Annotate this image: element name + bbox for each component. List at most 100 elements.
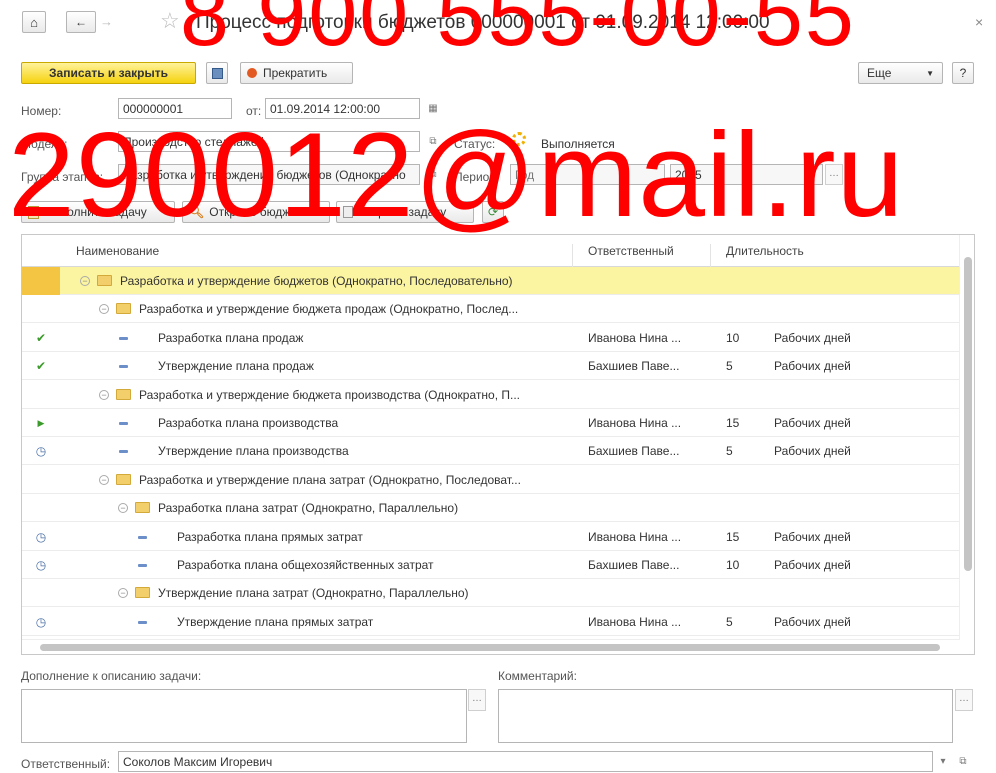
status-cell	[22, 295, 60, 323]
favorite-star-icon[interactable]: ☆	[160, 8, 180, 34]
model-field[interactable]: Производство стеллажей	[118, 131, 420, 152]
row-name: Разработка и утверждение бюджета произво…	[139, 387, 520, 402]
row-duration: 15	[726, 416, 740, 430]
period-field: Год	[510, 164, 665, 185]
addition-textarea[interactable]	[21, 689, 467, 743]
responsible-open-icon[interactable]: ⧉	[954, 752, 972, 771]
row-responsible: Иванова Нина ...	[588, 330, 682, 345]
task-icon	[119, 336, 128, 340]
table-row[interactable]: − Разработка и утверждение бюджетов (Одно…	[22, 267, 960, 295]
table-row[interactable]: ◷ Утверждение плана прямых затрат Иванова …	[22, 608, 960, 636]
open-model-icon[interactable]: ⧉	[424, 132, 442, 151]
date-field[interactable]: 01.09.2014 12:00:00	[265, 98, 420, 119]
table-row[interactable]: − Разработка и утверждение бюджета произв…	[22, 381, 960, 409]
collapse-toggle-icon[interactable]: −	[118, 503, 128, 514]
horizontal-scroll-thumb[interactable]	[40, 644, 940, 651]
home-icon: ⌂	[30, 14, 38, 30]
refresh-button[interactable]: ⟳	[482, 201, 504, 223]
open-budget-label: Открыть бюджет	[209, 205, 303, 219]
row-duration-unit: Рабочих дней	[774, 614, 851, 629]
magnifier-icon: 🔍︎	[189, 205, 205, 219]
folder-icon	[116, 473, 131, 485]
home-button[interactable]: ⌂	[22, 11, 46, 33]
calendar-icon[interactable]: ▦	[424, 99, 442, 118]
table-row[interactable]: ◷ Утверждение плана производства Бахшиев П…	[22, 437, 960, 466]
refresh-icon: ⟳	[487, 205, 499, 219]
row-name: Разработка плана затрат (Однократно, Пар…	[158, 501, 459, 516]
row-name: Утверждение плана затрат (Однократно, Па…	[158, 586, 469, 601]
table-row[interactable]: − Утверждение плана затрат (Однократно, П…	[22, 579, 960, 608]
table-row[interactable]: − Разработка и утверждение плана затрат (…	[22, 466, 960, 494]
window-title: Процесс подготовки бюджетов 000000001 от…	[196, 12, 770, 33]
execute-task-button[interactable]: Выполнить задачу	[21, 201, 175, 223]
comment-textarea[interactable]	[498, 689, 953, 743]
help-button[interactable]: ?	[952, 62, 974, 84]
floppy-icon	[211, 67, 223, 79]
row-duration-unit: Рабочих дней	[774, 416, 851, 430]
vertical-scrollbar[interactable]	[959, 235, 974, 640]
table-row[interactable]: ◷ Разработка плана общехозяйственных затр…	[22, 551, 960, 579]
checkmark-icon: ✔	[35, 359, 47, 374]
responsible-field[interactable]: Соколов Максим Игоревич	[118, 751, 933, 772]
row-duration: 10	[726, 330, 740, 345]
column-header-responsible[interactable]: Ответственный	[588, 244, 674, 258]
spinner-icon	[512, 132, 526, 146]
table-row[interactable]: ✔ Разработка плана продаж Иванова Нина ...…	[22, 324, 960, 352]
row-responsible: Иванова Нина ...	[588, 529, 682, 544]
number-field[interactable]: 000000001	[118, 98, 232, 119]
table-row[interactable]: ◷ Разработка плана прямых затрат Иванова Н…	[22, 523, 960, 551]
status-cell	[22, 494, 60, 522]
open-task-button[interactable]: Открыть задачу	[336, 201, 474, 223]
folder-icon	[97, 275, 112, 286]
collapse-toggle-icon[interactable]: −	[99, 304, 109, 315]
collapse-toggle-icon[interactable]: −	[99, 474, 109, 485]
task-check-icon	[28, 205, 39, 219]
vertical-scroll-thumb[interactable]	[964, 257, 972, 571]
horizontal-scrollbar[interactable]	[22, 639, 960, 654]
stop-button[interactable]: Прекратить	[240, 62, 353, 84]
document-icon	[343, 206, 353, 218]
save-and-close-button[interactable]: Записать и закрыть	[21, 62, 196, 84]
task-icon	[119, 450, 128, 454]
comment-select-button[interactable]: …	[955, 689, 973, 711]
collapse-toggle-icon[interactable]: −	[99, 389, 109, 400]
open-group-icon[interactable]: ⧉	[424, 165, 442, 184]
status-cell	[22, 381, 60, 409]
checkmark-icon: ✔	[35, 330, 47, 345]
clock-icon: ◷	[35, 444, 47, 459]
addition-select-button[interactable]: …	[468, 689, 486, 711]
clock-icon: ◷	[35, 529, 47, 544]
row-name: Разработка и утверждение бюджета продаж …	[139, 302, 519, 317]
close-icon[interactable]: ×	[975, 14, 983, 30]
status-cell	[22, 579, 60, 607]
stages-table[interactable]: Наименование Ответственный Длительность …	[21, 234, 975, 655]
row-duration-unit: Рабочих дней	[774, 558, 851, 572]
back-button[interactable]: ←	[66, 11, 96, 33]
row-name: Разработка плана продаж	[158, 330, 304, 345]
column-header-duration[interactable]: Длительность	[726, 244, 804, 258]
responsible-dropdown-icon[interactable]: ▾	[934, 752, 952, 771]
collapse-toggle-icon[interactable]: −	[118, 588, 128, 599]
more-menu-button[interactable]: Еще ▼	[858, 62, 943, 84]
status-label: Статус:	[454, 137, 496, 151]
table-row[interactable]: − Разработка и утверждение бюджета продаж…	[22, 295, 960, 324]
arrow-right-icon: →	[100, 14, 113, 29]
open-budget-button[interactable]: 🔍︎ Открыть бюджет	[182, 201, 330, 223]
table-row[interactable]: ▶ Разработка плана производства Иванова Ни…	[22, 409, 960, 437]
row-name: Разработка и утверждение бюджетов (Однок…	[120, 274, 513, 288]
row-name: Утверждение плана прямых затрат	[177, 614, 374, 629]
responsible-label: Ответственный:	[21, 757, 111, 771]
row-duration-unit: Рабочих дней	[774, 529, 851, 544]
row-responsible: Иванова Нина ...	[588, 614, 682, 629]
row-responsible: Бахшиев Паве...	[588, 558, 680, 572]
collapse-toggle-icon[interactable]: −	[80, 276, 90, 286]
save-button[interactable]	[206, 62, 228, 84]
stop-icon	[247, 68, 257, 78]
column-header-name[interactable]: Наименование	[76, 244, 159, 258]
period-select-button[interactable]: …	[825, 164, 843, 185]
comment-label: Комментарий:	[498, 669, 577, 683]
status-value: Выполняется	[541, 137, 615, 151]
table-row[interactable]: − Разработка плана затрат (Однократно, Па…	[22, 494, 960, 523]
table-row[interactable]: ✔ Утверждение плана продаж Бахшиев Паве...…	[22, 352, 960, 381]
forward-button[interactable]: →	[100, 14, 113, 29]
